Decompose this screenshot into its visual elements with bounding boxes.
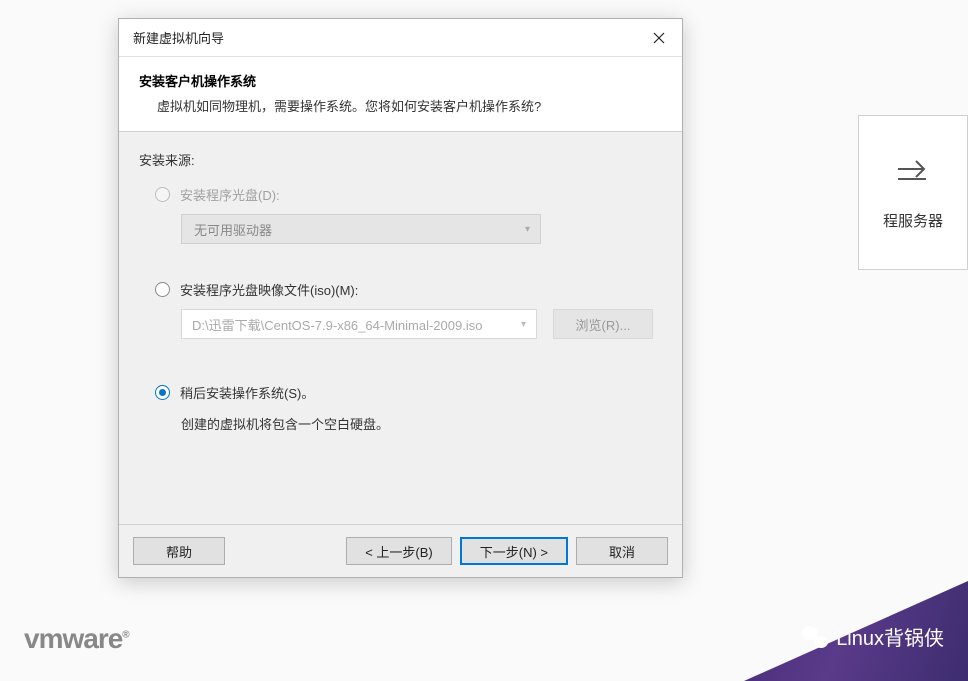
install-source-label: 安装来源:: [139, 150, 662, 169]
titlebar: 新建虚拟机向导: [119, 19, 682, 57]
new-vm-wizard-dialog: 新建虚拟机向导 安装客户机操作系统 虚拟机如同物理机，需要操作系统。您将如何安装…: [118, 18, 683, 578]
chevron-down-icon: ▾: [525, 224, 530, 235]
arrow-right-icon: [896, 155, 930, 190]
dialog-title: 新建虚拟机向导: [133, 28, 224, 47]
remote-server-tile[interactable]: 程服务器: [858, 115, 968, 270]
iso-path-text: D:\迅雷下载\CentOS-7.9-x86_64-Minimal-2009.i…: [192, 315, 482, 334]
chevron-down-icon: ▾: [521, 319, 526, 330]
channel-name: Linux背锅侠: [836, 622, 944, 651]
help-button[interactable]: 帮助: [133, 537, 225, 565]
radio-icon: [155, 385, 170, 400]
drive-combo: 无可用驱动器 ▾: [181, 214, 541, 244]
next-button[interactable]: 下一步(N) >: [460, 537, 568, 565]
channel-watermark: Linux背锅侠: [802, 622, 944, 651]
radio-icon: [155, 282, 170, 297]
dialog-footer: 帮助 < 上一步(B) 下一步(N) > 取消: [119, 524, 682, 577]
radio-icon: [155, 187, 170, 202]
radio-installer-disc[interactable]: 安装程序光盘(D):: [155, 185, 662, 204]
cancel-button[interactable]: 取消: [576, 537, 668, 565]
header-description: 虚拟机如同物理机，需要操作系统。您将如何安装客户机操作系统?: [139, 96, 662, 115]
radio-label-iso: 安装程序光盘映像文件(iso)(M):: [180, 280, 358, 299]
body-section: 安装来源: 安装程序光盘(D): 无可用驱动器 ▾ 安装程序光盘映像文件(iso…: [119, 132, 682, 524]
tile-label: 程服务器: [883, 210, 943, 231]
radio-label-disc: 安装程序光盘(D):: [180, 185, 280, 204]
close-button[interactable]: [636, 19, 682, 57]
radio-iso-file[interactable]: 安装程序光盘映像文件(iso)(M):: [155, 280, 662, 299]
radio-install-later[interactable]: 稍后安装操作系统(S)。: [155, 383, 662, 402]
back-button[interactable]: < 上一步(B): [346, 537, 452, 565]
iso-row: D:\迅雷下载\CentOS-7.9-x86_64-Minimal-2009.i…: [181, 309, 662, 339]
vmware-logo: vmware®: [24, 623, 129, 655]
iso-path-combo: D:\迅雷下载\CentOS-7.9-x86_64-Minimal-2009.i…: [181, 309, 537, 339]
close-icon: [653, 32, 665, 44]
header-section: 安装客户机操作系统 虚拟机如同物理机，需要操作系统。您将如何安装客户机操作系统?: [119, 57, 682, 132]
wechat-icon: [802, 626, 828, 648]
header-title: 安装客户机操作系统: [139, 71, 662, 90]
install-later-hint: 创建的虚拟机将包含一个空白硬盘。: [181, 414, 662, 433]
drive-combo-text: 无可用驱动器: [194, 220, 272, 239]
browse-button: 浏览(R)...: [553, 309, 653, 339]
radio-label-later: 稍后安装操作系统(S)。: [180, 383, 314, 402]
